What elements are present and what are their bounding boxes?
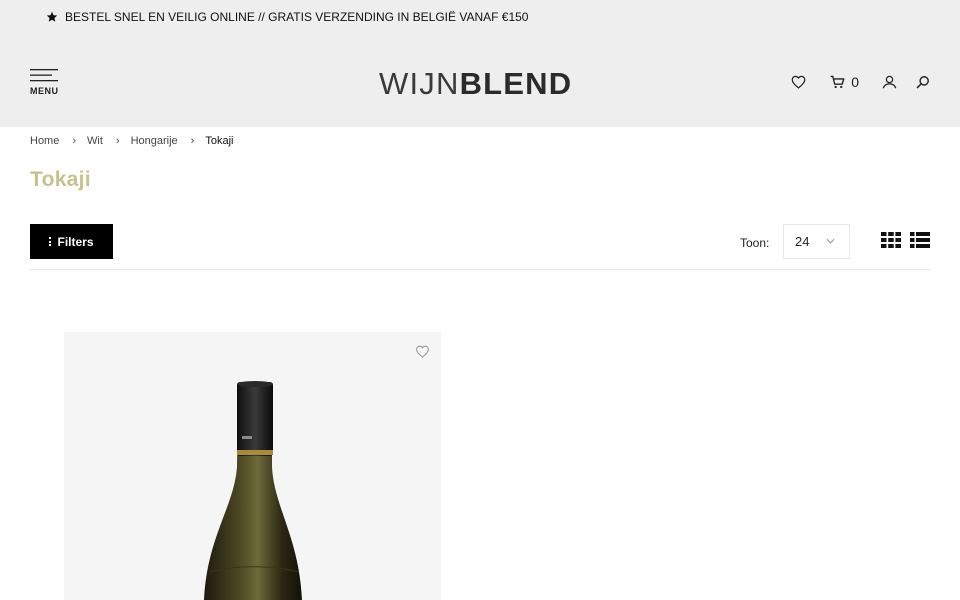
- page-title: Tokaji: [30, 168, 91, 191]
- toolbar-divider: [30, 269, 930, 270]
- cart-button[interactable]: 0: [830, 74, 859, 90]
- header-actions: 0: [791, 73, 930, 91]
- site-logo[interactable]: WIJN BLEND: [379, 66, 572, 102]
- search-button[interactable]: [916, 75, 930, 89]
- promo-bar: BESTEL SNEL EN VEILIG ONLINE // GRATIS V…: [46, 10, 528, 24]
- filters-label: Filters: [57, 234, 94, 249]
- account-button[interactable]: [882, 75, 897, 89]
- wishlist-button[interactable]: [791, 75, 806, 89]
- chevron-down-icon: [826, 238, 835, 244]
- breadcrumb-current: Tokaji: [205, 135, 234, 147]
- grid-view-icon: [881, 232, 901, 248]
- breadcrumb-hongarije[interactable]: Hongarije: [131, 135, 178, 147]
- breadcrumb: Home › Wit › Hongarije › Tokaji: [30, 134, 233, 148]
- breadcrumb-wit[interactable]: Wit: [87, 135, 103, 147]
- breadcrumb-separator: ›: [190, 135, 195, 147]
- list-view-button[interactable]: [910, 232, 930, 253]
- product-image: [204, 381, 302, 600]
- per-page-value: 24: [795, 234, 810, 249]
- logo-text-bold: BLEND: [459, 66, 573, 101]
- product-wishlist-button[interactable]: [415, 345, 430, 363]
- grid-view-button[interactable]: [881, 232, 901, 253]
- menu-button[interactable]: MENU: [30, 69, 60, 97]
- per-page-select[interactable]: 24: [783, 224, 850, 259]
- breadcrumb-home[interactable]: Home: [30, 135, 59, 147]
- site-header: BESTEL SNEL EN VEILIG ONLINE // GRATIS V…: [0, 0, 960, 127]
- breadcrumb-separator: ›: [72, 135, 77, 147]
- menu-label: MENU: [30, 86, 59, 96]
- per-page-label: Toon:: [740, 236, 770, 250]
- hamburger-icon: [30, 69, 58, 82]
- cart-count: 0: [851, 74, 859, 90]
- product-card[interactable]: [64, 332, 441, 600]
- heart-icon: [791, 75, 806, 89]
- cart-icon: [830, 75, 845, 89]
- heart-icon: [416, 345, 429, 358]
- promo-text: BESTEL SNEL EN VEILIG ONLINE // GRATIS V…: [65, 10, 529, 24]
- filters-button[interactable]: Filters: [30, 224, 113, 259]
- list-view-icon: [910, 232, 930, 248]
- vertical-dots-icon: [49, 237, 52, 246]
- logo-text-light: WIJN: [379, 66, 460, 101]
- breadcrumb-separator: ›: [115, 135, 120, 147]
- user-icon: [882, 75, 897, 89]
- search-icon: [916, 76, 929, 89]
- star-icon: [46, 11, 58, 22]
